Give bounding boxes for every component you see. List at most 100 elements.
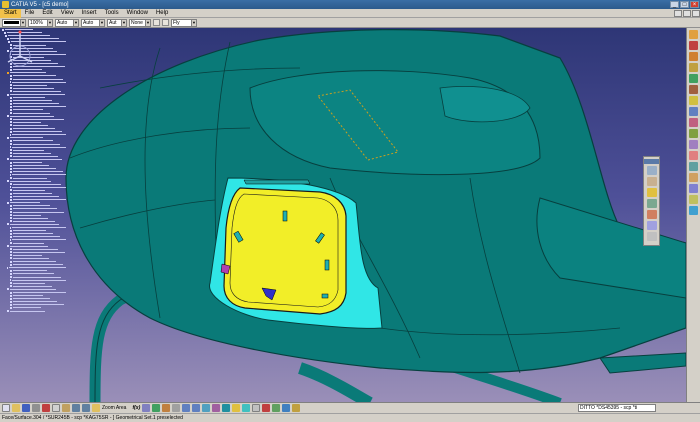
save-icon[interactable] — [22, 404, 30, 412]
revolve-icon[interactable] — [689, 85, 698, 94]
fillet-icon[interactable] — [689, 151, 698, 160]
specification-tree[interactable] — [2, 28, 66, 328]
zoom-area-icon[interactable] — [92, 404, 100, 412]
join-icon[interactable] — [689, 118, 698, 127]
catalog-icon[interactable] — [282, 404, 291, 412]
open-icon[interactable] — [12, 404, 20, 412]
undo-icon[interactable] — [72, 404, 80, 412]
tree-node-label — [12, 69, 42, 71]
offset-icon[interactable] — [689, 206, 698, 215]
scale-icon[interactable] — [689, 195, 698, 204]
symmetry-icon[interactable] — [689, 184, 698, 193]
transparency-select[interactable]: 100% ▼ — [28, 18, 53, 27]
toolbar-title-bar[interactable] — [644, 159, 659, 164]
minimize-button[interactable]: _ — [670, 1, 679, 8]
zoom-area-label[interactable]: Zoom Area — [102, 405, 126, 411]
line-type-select[interactable]: Auto ▼ — [81, 18, 105, 27]
tree-node-label — [12, 217, 48, 219]
fill-icon[interactable] — [689, 107, 698, 116]
copy-icon[interactable] — [52, 404, 60, 412]
tree-node-label — [12, 149, 44, 151]
swap-space-icon[interactable] — [252, 404, 261, 412]
normal-view-icon[interactable] — [202, 404, 211, 412]
extrude-icon[interactable] — [689, 74, 698, 83]
menu-tools[interactable]: Tools — [101, 9, 123, 18]
formula-button[interactable]: f(x) — [132, 405, 140, 411]
hidden-icon[interactable] — [646, 232, 657, 241]
tree-node[interactable] — [2, 310, 66, 313]
plane-icon[interactable] — [689, 63, 698, 72]
compass-icon[interactable] — [0, 28, 40, 68]
redo-icon[interactable] — [82, 404, 90, 412]
macro-icon[interactable] — [292, 404, 301, 412]
tree-node-icon — [9, 235, 12, 238]
print-icon[interactable] — [32, 404, 40, 412]
wireframe-icon[interactable] — [646, 199, 657, 208]
edges-icon[interactable] — [646, 177, 657, 186]
3d-viewport[interactable] — [0, 28, 686, 402]
maximize-button[interactable]: □ — [680, 1, 689, 8]
translate-icon[interactable] — [689, 162, 698, 171]
shading-icon[interactable] — [646, 166, 657, 175]
paint-icon[interactable] — [153, 19, 160, 26]
tree-node-label — [12, 106, 66, 108]
rotate-icon[interactable] — [689, 173, 698, 182]
split-icon[interactable] — [689, 129, 698, 138]
material-icon[interactable] — [646, 188, 657, 197]
tree-node-icon — [6, 136, 9, 139]
new-icon[interactable] — [2, 404, 10, 412]
point-icon[interactable] — [689, 41, 698, 50]
rotate-view-icon[interactable] — [172, 404, 181, 412]
render-style-select[interactable]: Fly ▼ — [171, 18, 197, 27]
tree-node-icon — [9, 186, 12, 189]
tree-node-label — [12, 307, 41, 309]
shading-mode-icon[interactable] — [232, 404, 241, 412]
point-symbol-select[interactable]: Aut ▼ — [107, 18, 127, 27]
tree-node-icon — [9, 195, 12, 198]
tree-node-icon — [9, 121, 12, 124]
menu-file[interactable]: File — [21, 9, 39, 18]
tree-node-icon — [6, 180, 9, 183]
menu-start[interactable]: Start — [0, 8, 21, 18]
iso-view-icon[interactable] — [222, 404, 231, 412]
line-icon[interactable] — [689, 52, 698, 61]
tree-node-icon — [9, 279, 12, 282]
line-color-select[interactable]: ▼ — [2, 18, 26, 27]
doc-restore-button[interactable] — [683, 9, 691, 17]
perspective-icon[interactable] — [646, 221, 657, 230]
properties-icon[interactable] — [162, 19, 169, 26]
analysis-icon[interactable] — [272, 404, 281, 412]
tree-node-label — [12, 282, 45, 284]
menu-view[interactable]: View — [57, 9, 78, 18]
menu-insert[interactable]: Insert — [78, 9, 101, 18]
fly-mode-icon[interactable] — [142, 404, 151, 412]
power-input-field[interactable]: DITTO *DS45395 - scp *ti — [578, 404, 656, 412]
hide-show-icon[interactable] — [242, 404, 251, 412]
close-button[interactable]: × — [690, 1, 699, 8]
sketcher-icon[interactable] — [689, 30, 698, 39]
cut-icon[interactable] — [42, 404, 50, 412]
menu-help[interactable]: Help — [152, 9, 172, 18]
menu-edit[interactable]: Edit — [38, 9, 56, 18]
measure-icon[interactable] — [262, 404, 271, 412]
zoom-in-icon[interactable] — [182, 404, 191, 412]
tree-node-label — [12, 162, 42, 164]
sweep-icon[interactable] — [689, 96, 698, 105]
chevron-down-icon: ▼ — [73, 19, 78, 26]
fit-all-icon[interactable] — [152, 404, 161, 412]
render-icon[interactable] — [646, 210, 657, 219]
helicopter-model[interactable] — [0, 28, 686, 402]
doc-close-button[interactable] — [692, 9, 700, 17]
zoom-out-icon[interactable] — [192, 404, 201, 412]
doc-minimize-button[interactable] — [674, 9, 682, 17]
menu-window[interactable]: Window — [123, 9, 152, 18]
multi-view-icon[interactable] — [212, 404, 221, 412]
line-thickness-select[interactable]: Auto ▼ — [55, 18, 79, 27]
tree-node-icon — [9, 303, 12, 306]
trim-icon[interactable] — [689, 140, 698, 149]
tree-node-icon — [9, 167, 12, 170]
paste-icon[interactable] — [62, 404, 70, 412]
pan-icon[interactable] — [162, 404, 171, 412]
tree-node-label — [12, 301, 57, 303]
layer-select[interactable]: None ▼ — [129, 18, 151, 27]
